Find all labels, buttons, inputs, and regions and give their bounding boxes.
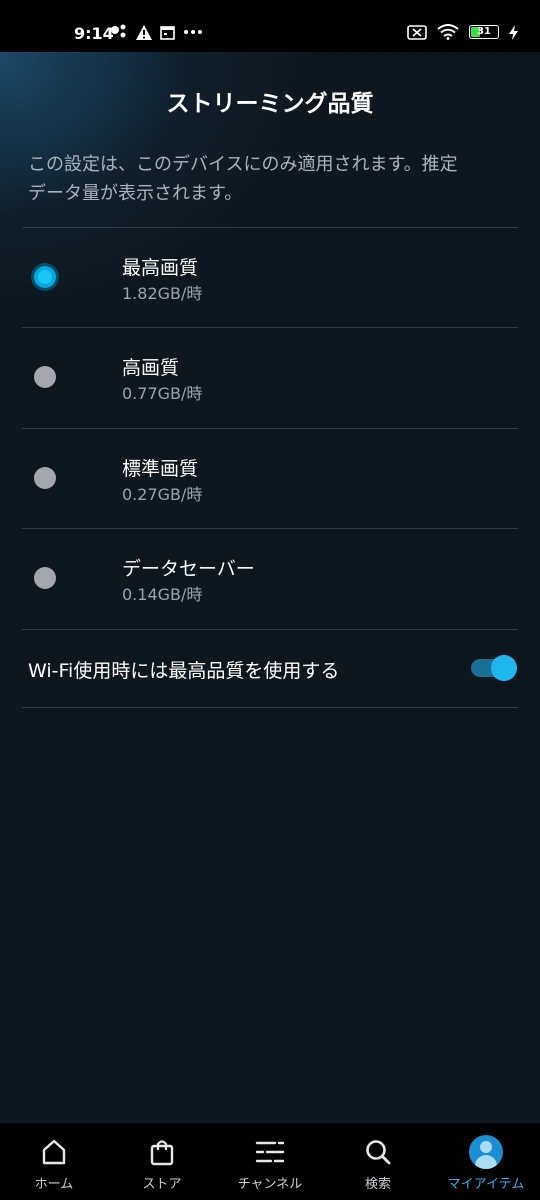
avatar (469, 1135, 503, 1169)
nav-label: ストア (142, 1177, 182, 1192)
quality-option-high[interactable]: 高画質 0.77GB/時 (22, 327, 518, 427)
nav-label: チャンネル (237, 1177, 303, 1192)
wifi-best-quality-toggle[interactable] (471, 655, 517, 681)
settings-description: この設定は、このデバイスにのみ適用されます。推定 データ量が表示されます。 (28, 150, 518, 208)
status-right-icons: 31 (407, 24, 518, 40)
quality-option-data-rate: 0.77GB/時 (122, 384, 203, 403)
more-icon (183, 29, 203, 35)
status-bar: 9:14 31 (0, 0, 540, 52)
nav-item-channels[interactable]: チャンネル (216, 1123, 324, 1200)
battery-icon: 31 (469, 25, 499, 39)
quality-option-data-rate: 0.27GB/時 (122, 485, 203, 504)
shopping-bag-icon (145, 1135, 179, 1169)
alert-icon (136, 24, 152, 40)
nav-item-home[interactable]: ホーム (0, 1123, 108, 1200)
quality-option-standard[interactable]: 標準画質 0.27GB/時 (22, 428, 518, 528)
quality-option-data-rate: 1.82GB/時 (122, 284, 203, 303)
radio-button-selected[interactable] (34, 266, 56, 288)
channels-icon (253, 1135, 287, 1169)
battery-level: 31 (477, 26, 491, 37)
description-line-1: この設定は、このデバイスにのみ適用されます。推定 (28, 154, 458, 175)
home-icon (37, 1135, 71, 1169)
wifi-best-quality-setting[interactable]: Wi-Fi使用時には最高品質を使用する (28, 640, 518, 700)
notification-muted-icon (407, 24, 427, 40)
divider (22, 707, 518, 708)
avatar-icon (469, 1135, 503, 1169)
bottom-navigation: ホーム ストア チャンネル 検索 マイアイテム (0, 1123, 540, 1200)
radio-button[interactable] (34, 467, 56, 489)
quality-option-label: データセーバー (122, 558, 255, 580)
nav-label: マイアイテム (447, 1177, 525, 1192)
wifi-icon (437, 24, 459, 40)
search-icon (361, 1135, 395, 1169)
radio-button[interactable] (34, 567, 56, 589)
page-title: ストリーミング品質 (166, 91, 374, 117)
charging-icon (509, 24, 518, 40)
nav-item-my-items[interactable]: マイアイテム (432, 1123, 540, 1200)
quality-option-best[interactable]: 最高画質 1.82GB/時 (22, 227, 518, 327)
status-left-icons (110, 24, 203, 40)
streaming-quality-screen: 9:14 31 ストリーミング品質 この設定は、このデバイスにのみ適用されます。… (0, 0, 540, 1200)
divider (22, 629, 518, 630)
quality-option-label: 標準画質 (122, 458, 199, 480)
radio-button[interactable] (34, 366, 56, 388)
quality-option-data-saver[interactable]: データセーバー 0.14GB/時 (22, 528, 518, 628)
status-time: 9:14 (74, 24, 114, 43)
quality-option-label: 高画質 (122, 357, 180, 379)
calendar-icon (160, 25, 175, 40)
nav-item-store[interactable]: ストア (108, 1123, 216, 1200)
quality-option-data-rate: 0.14GB/時 (122, 585, 203, 604)
nav-label: 検索 (364, 1177, 391, 1192)
nav-label: ホーム (34, 1177, 74, 1192)
description-line-2: データ量が表示されます。 (28, 183, 243, 204)
quality-option-label: 最高画質 (122, 257, 199, 279)
nav-item-search[interactable]: 検索 (324, 1123, 432, 1200)
wifi-setting-label: Wi-Fi使用時には最高品質を使用する (28, 660, 340, 682)
assistant-icon (110, 24, 128, 40)
